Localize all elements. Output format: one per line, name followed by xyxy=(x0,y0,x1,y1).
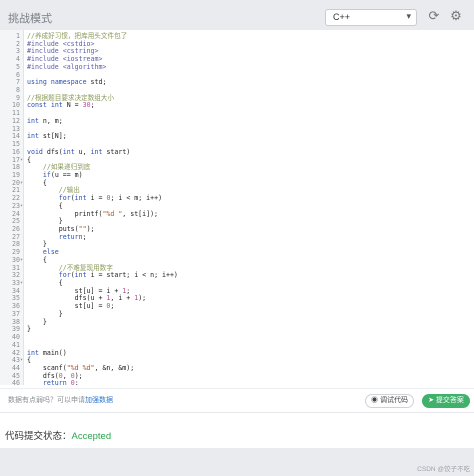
status-value: Accepted xyxy=(71,431,112,442)
code-text: #include <algorithm> xyxy=(27,62,107,71)
code-line: 24 printf("%d ", st[i]); xyxy=(0,210,474,219)
code-text: return 0; xyxy=(42,379,79,385)
submit-answer-label: 提交答案 xyxy=(435,397,464,404)
debug-code-button[interactable]: ◉ 调试代码 xyxy=(365,394,414,408)
code-line: 19 if(u == m) xyxy=(0,171,474,180)
fold-arrow-icon[interactable]: ▾ xyxy=(20,157,24,165)
submission-status: 代码提交状态：Accepted xyxy=(0,412,474,449)
code-text: int n, m; xyxy=(27,116,63,125)
status-label: 代码提交状态： xyxy=(5,431,72,442)
code-line: 13 xyxy=(0,125,474,134)
status-line: 代码提交状态：Accepted xyxy=(5,428,111,442)
strengthen-data-link[interactable]: 加强数据 xyxy=(85,397,113,404)
fold-arrow-icon[interactable]: ▾ xyxy=(20,257,24,265)
submit-icon: ➤ xyxy=(428,397,434,404)
code-line: 29 else xyxy=(0,248,474,257)
fold-arrow-icon[interactable]: ▾ xyxy=(20,357,24,365)
code-line: 22 for(int i = 0; i < m; i++) xyxy=(0,194,474,203)
code-line: 27 return; xyxy=(0,233,474,242)
fold-arrow-icon[interactable]: ▾ xyxy=(20,180,24,188)
line-number: 46 xyxy=(12,379,20,385)
code-line: 28 } xyxy=(0,241,474,249)
fold-arrow-icon[interactable]: ▾ xyxy=(20,280,24,288)
code-text: int st[N]; xyxy=(27,132,67,141)
code-line: 32 for(int i = start; i < n; i++) xyxy=(0,271,474,280)
code-line: 36 st[u] = 0; xyxy=(0,302,474,311)
refresh-icon[interactable]: ⟳ xyxy=(427,9,441,23)
debug-icon: ◉ xyxy=(371,397,379,404)
code-line: 7 using namespace std; xyxy=(0,78,474,87)
code-line: 40 xyxy=(0,333,474,342)
debug-code-label: 调试代码 xyxy=(379,397,408,404)
code-editor[interactable]: 1//养成好习惯，把库用头文件包了 2 #include <cstdio> 3 #inc… xyxy=(0,30,474,385)
code-line: 46 return 0; xyxy=(0,380,474,385)
code-line: 12 int n, m; xyxy=(0,116,474,126)
code-line: 41 xyxy=(0,341,474,350)
data-hint: 数据有点弱吗？可以申请加强数据 xyxy=(8,395,113,405)
code-line: 11 xyxy=(0,109,474,118)
code-line: 10 const int N = 30; xyxy=(0,102,474,110)
data-hint-text: 数据有点弱吗？可以申请 xyxy=(8,397,85,404)
code-text: const int N = 30; xyxy=(27,101,95,110)
code-text: using namespace std; xyxy=(27,78,107,87)
mode-title: 挑战模式 xyxy=(8,13,52,25)
language-select-value: C++ xyxy=(333,12,351,22)
submit-answer-button[interactable]: ➤ 提交答案 xyxy=(422,394,470,408)
code-line: 5 #include <algorithm> xyxy=(0,62,474,72)
code-line: 37 } xyxy=(0,310,474,319)
challenge-panel: 挑战模式 C++ ▾ ⟳ ⚙ 1//养成好习惯，把库用头文件包了 2 #includ… xyxy=(0,0,474,413)
code-text: } xyxy=(27,325,31,334)
code-line: 42 int main() xyxy=(0,348,474,358)
code-line: 38 } xyxy=(0,318,474,327)
code-line: 39} xyxy=(0,326,474,334)
gear-icon[interactable]: ⚙ xyxy=(449,9,463,23)
code-line: 14 int st[N]; xyxy=(0,132,474,141)
code-text: int main() xyxy=(27,348,67,357)
footer-watermark: CSDN @饺子不吃 xyxy=(417,466,470,473)
code-text: void dfs(int u, int start) xyxy=(27,147,131,156)
fold-arrow-icon[interactable]: ▾ xyxy=(20,203,24,211)
chevron-down-icon: ▾ xyxy=(406,11,411,21)
code-line: 16 void dfs(int u, int start) xyxy=(0,147,474,157)
page-footer: CSDN @饺子不吃 xyxy=(0,448,474,476)
language-select[interactable]: C++ ▾ xyxy=(325,9,417,26)
